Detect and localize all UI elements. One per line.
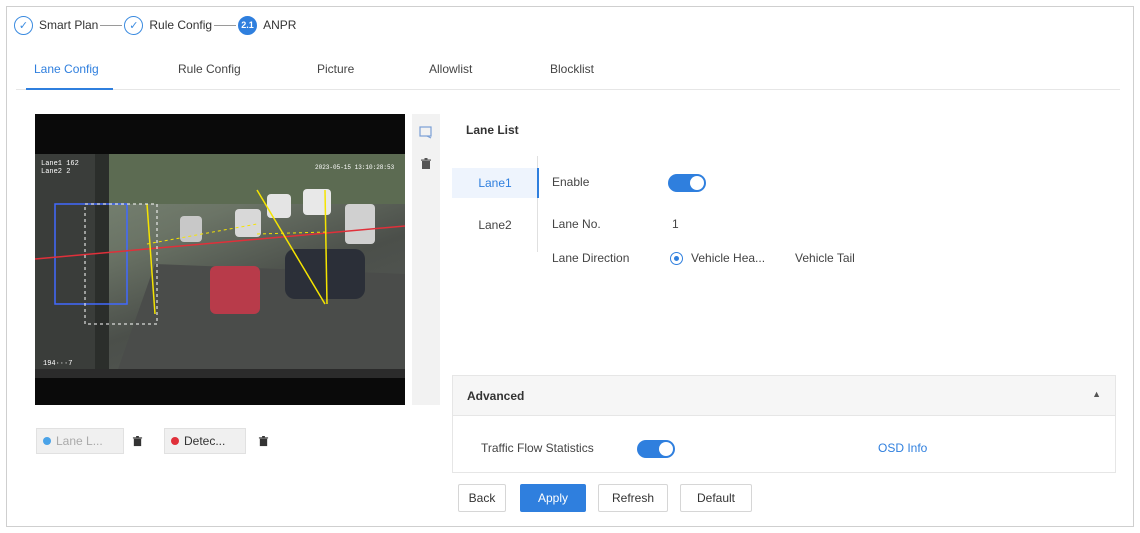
step-rule-config[interactable]: ✓ Rule Config	[124, 15, 213, 35]
building-column	[95, 154, 109, 378]
radio-vehicle-head[interactable]: Vehicle Hea...	[670, 251, 765, 265]
radio-selected-icon	[670, 251, 683, 265]
lane-item-lane1[interactable]: Lane1	[452, 168, 539, 198]
lane-no-label: Lane No.	[552, 217, 601, 231]
overlay-lane-counts: Lane1 162 Lane2 2	[41, 160, 79, 176]
enable-toggle[interactable]	[668, 174, 706, 192]
lane-item-lane2[interactable]: Lane2	[452, 210, 538, 240]
rule-chip-label: Lane L...	[56, 434, 103, 448]
refresh-button[interactable]: Refresh	[598, 484, 668, 512]
delete-rule-icon[interactable]	[250, 428, 276, 454]
step-connector	[100, 24, 123, 26]
tab-rule-config[interactable]: Rule Config	[178, 62, 241, 90]
radio-label: Vehicle Tail	[795, 251, 855, 265]
tab-allowlist[interactable]: Allowlist	[429, 62, 472, 90]
advanced-title: Advanced	[467, 389, 525, 403]
advanced-panel: Advanced ▲ Traffic Flow Statistics OSD I…	[452, 375, 1116, 473]
camera-scene	[35, 154, 405, 378]
radio-vehicle-tail[interactable]: Vehicle Tail	[795, 251, 855, 265]
step-label: Smart Plan	[39, 18, 99, 32]
traffic-flow-label: Traffic Flow Statistics	[481, 441, 594, 455]
car	[235, 209, 261, 237]
rule-chip-detect[interactable]: Detec...	[164, 428, 246, 454]
traffic-flow-toggle[interactable]	[637, 440, 675, 458]
step-anpr[interactable]: 2.1 ANPR	[238, 15, 297, 35]
radio-label: Vehicle Hea...	[691, 251, 766, 265]
red-car	[210, 266, 260, 314]
rule-color-dot	[43, 437, 51, 445]
car	[303, 189, 331, 215]
step-connector	[214, 24, 237, 26]
tab-blocklist[interactable]: Blocklist	[550, 62, 594, 90]
check-circle-icon: ✓	[124, 15, 144, 35]
wizard-steps: ✓ Smart Plan ✓ Rule Config 2.1 ANPR	[14, 14, 296, 36]
draw-area-icon[interactable]	[418, 124, 434, 140]
delete-icon[interactable]	[418, 156, 434, 172]
camera-scene-drawing	[35, 154, 405, 378]
video-side-toolbar	[412, 114, 440, 405]
toggle-knob	[659, 442, 673, 456]
step-label: ANPR	[263, 18, 297, 32]
advanced-header[interactable]: Advanced ▲	[453, 376, 1115, 416]
check-circle-icon: ✓	[14, 15, 33, 35]
osd-info-link[interactable]: OSD Info	[878, 441, 927, 455]
car	[180, 216, 202, 242]
enable-label: Enable	[552, 175, 590, 189]
lane-list-title: Lane List	[466, 123, 519, 137]
scene-bottom-edge	[35, 369, 405, 378]
toggle-knob	[690, 176, 704, 190]
car	[267, 194, 291, 218]
tab-lane-config[interactable]: Lane Config	[26, 62, 113, 90]
tab-picture[interactable]: Picture	[317, 62, 354, 90]
rule-chip-lane[interactable]: Lane L...	[36, 428, 124, 454]
building-wall	[35, 154, 95, 378]
back-button[interactable]: Back	[458, 484, 506, 512]
rule-color-dot	[171, 437, 179, 445]
video-preview[interactable]: Lane1 162 Lane2 2 2023-05-15 13:10:28:53…	[35, 114, 405, 405]
apply-button[interactable]: Apply	[520, 484, 586, 512]
delete-rule-icon[interactable]	[124, 428, 150, 454]
car	[345, 204, 375, 244]
overlay-timestamp: 2023-05-15 13:10:28:53	[315, 164, 395, 171]
lane-no-value: 1	[672, 217, 679, 231]
default-button[interactable]: Default	[680, 484, 752, 512]
chevron-up-icon: ▲	[1092, 389, 1101, 399]
tree-area	[109, 154, 405, 204]
step-smart-plan[interactable]: ✓ Smart Plan	[14, 15, 99, 35]
rule-chip-label: Detec...	[184, 434, 226, 448]
overlay-bottom-text: 194···7	[43, 360, 73, 368]
step-label: Rule Config	[149, 18, 213, 32]
step-number-badge: 2.1	[238, 15, 258, 35]
tab-bar: Lane Config Rule Config Picture Allowlis…	[16, 56, 1120, 90]
lane-nav: Lane1 Lane2	[452, 156, 539, 252]
lane-direction-label: Lane Direction	[552, 251, 630, 265]
